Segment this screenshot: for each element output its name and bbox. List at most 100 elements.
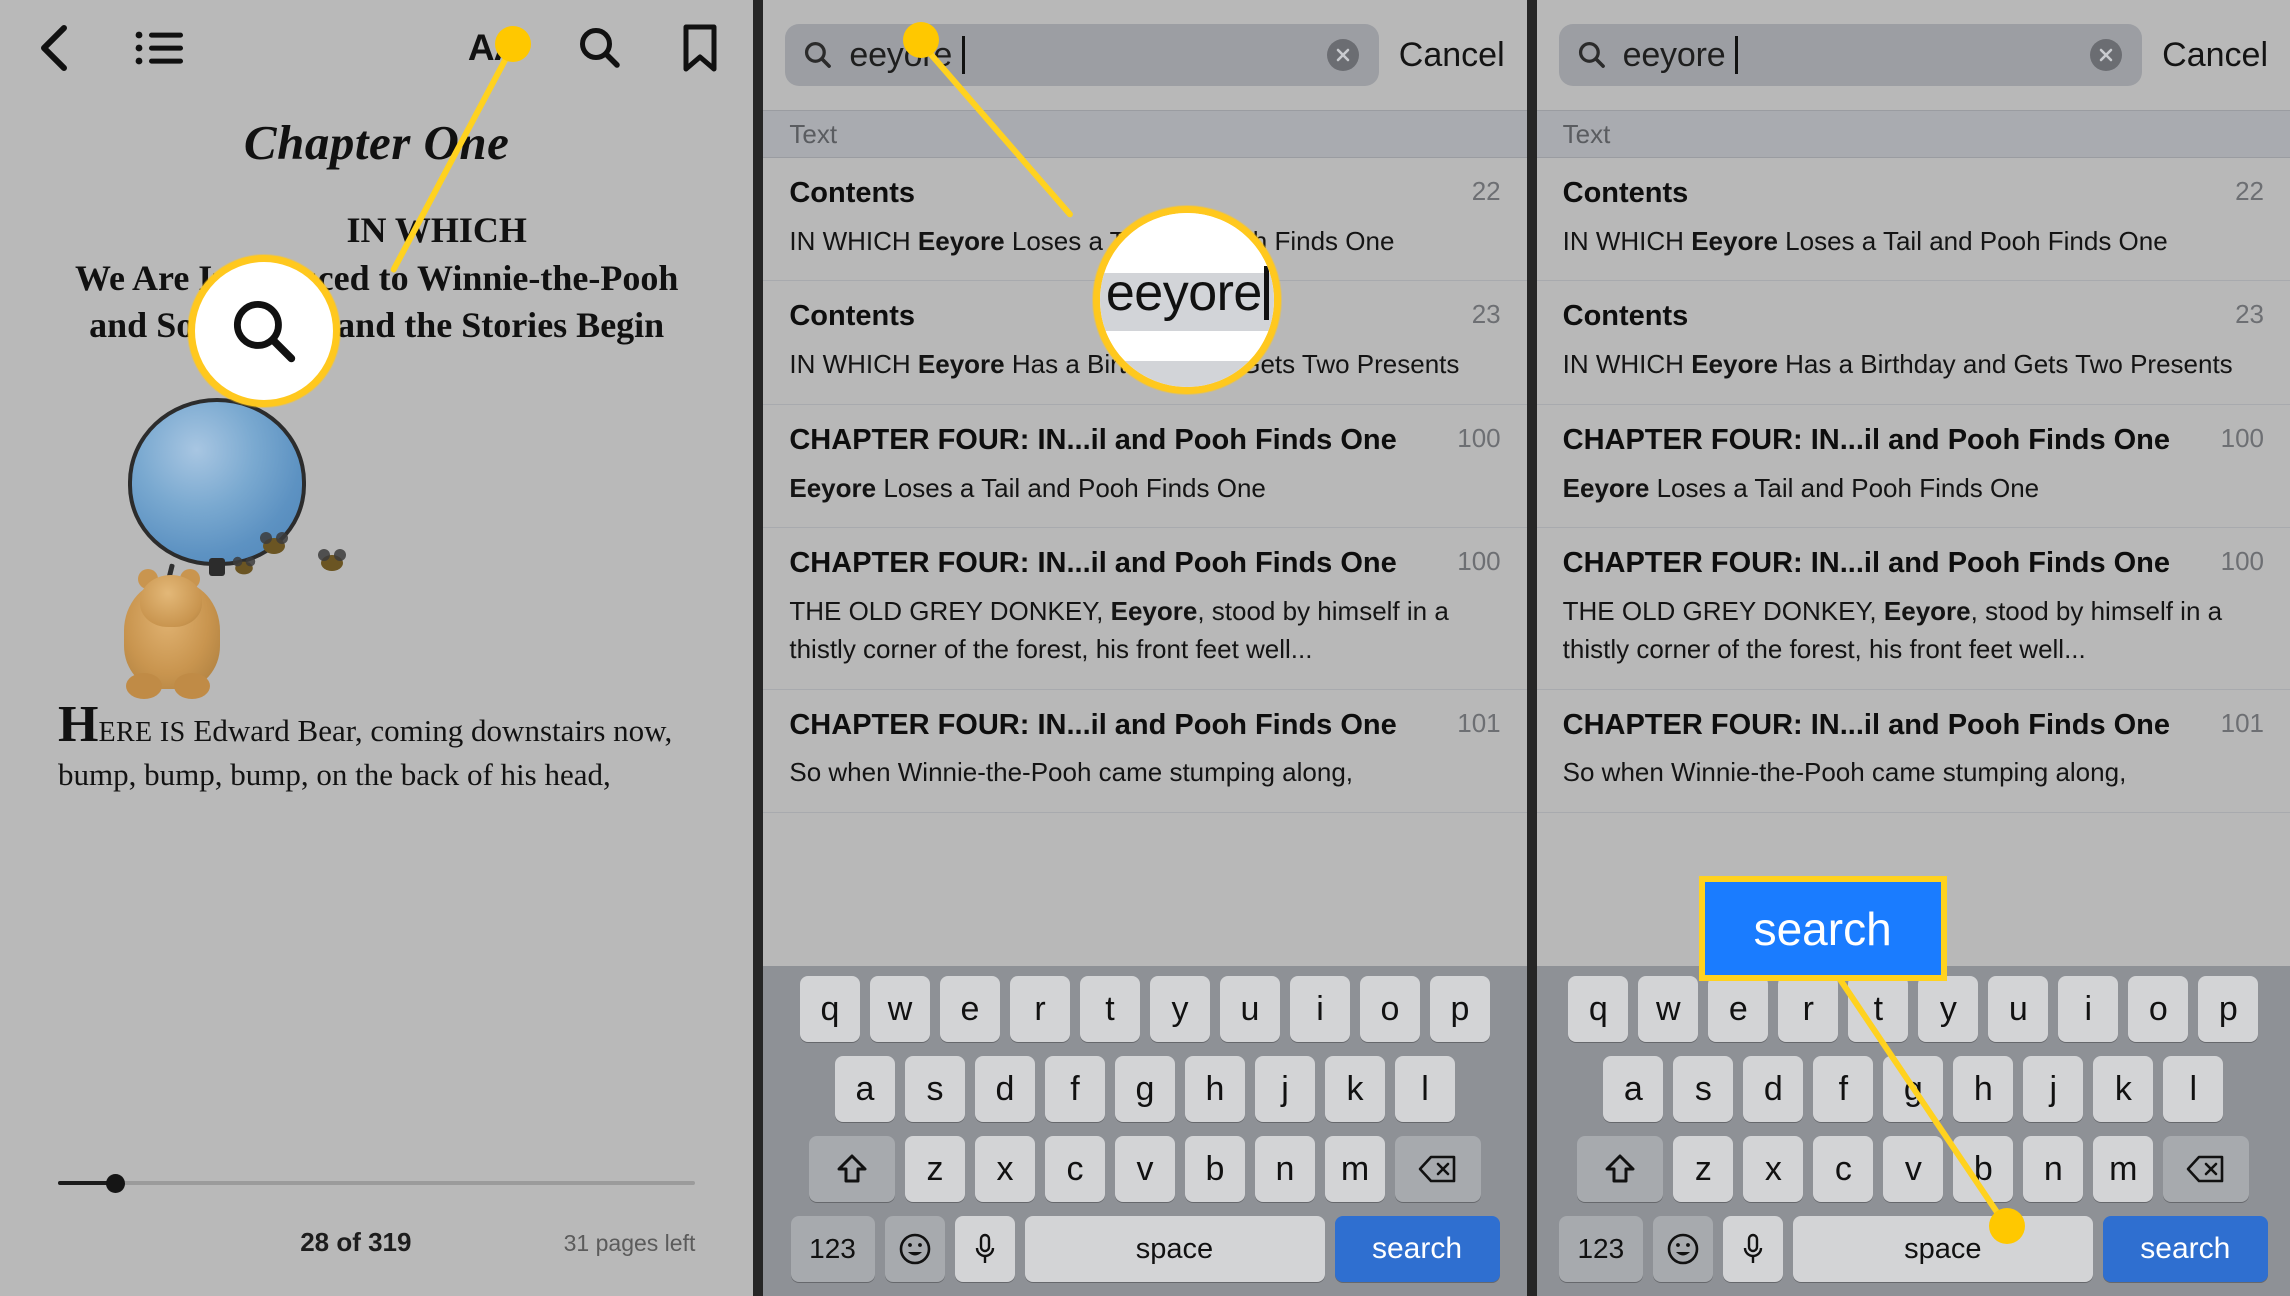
list-item[interactable]: Contents 23 IN WHICH Eeyore Has a Birthd…: [1536, 281, 2290, 405]
key-j[interactable]: j: [1255, 1056, 1315, 1122]
key-b[interactable]: b: [1185, 1136, 1245, 1202]
contents-button[interactable]: [134, 28, 186, 68]
result-snippet: IN WHICH Eeyore Loses a Tail and Pooh Fi…: [1563, 223, 2264, 261]
key-e[interactable]: e: [1708, 976, 1769, 1042]
key-w[interactable]: w: [870, 976, 930, 1042]
key-u[interactable]: u: [1988, 976, 2049, 1042]
callout-label: search: [1753, 902, 1892, 955]
key-h[interactable]: h: [1953, 1056, 2014, 1122]
backspace-key[interactable]: [2163, 1136, 2250, 1202]
search-button[interactable]: [577, 25, 623, 71]
key-z[interactable]: z: [1673, 1136, 1734, 1202]
key-k[interactable]: k: [1325, 1056, 1385, 1122]
key-x[interactable]: x: [975, 1136, 1035, 1202]
key-e[interactable]: e: [940, 976, 1000, 1042]
key-l[interactable]: l: [2163, 1056, 2224, 1122]
key-q[interactable]: q: [1568, 976, 1629, 1042]
result-title: CHAPTER FOUR: IN...il and Pooh Finds One: [1562, 423, 2171, 456]
key-v[interactable]: v: [1883, 1136, 1944, 1202]
key-r[interactable]: r: [1010, 976, 1070, 1042]
dictation-key[interactable]: [1722, 1216, 1783, 1282]
reader-toolbar: AA: [0, 0, 753, 96]
back-button[interactable]: [34, 22, 74, 74]
key-x[interactable]: x: [1743, 1136, 1804, 1202]
list-item[interactable]: CHAPTER FOUR: IN...il and Pooh Finds One…: [1536, 528, 2290, 690]
scrubber-fill: [58, 1181, 112, 1185]
list-item[interactable]: CHAPTER FOUR: IN...il and Pooh Finds One…: [1536, 405, 2290, 529]
key-i[interactable]: i: [2058, 976, 2119, 1042]
key-c[interactable]: c: [1045, 1136, 1105, 1202]
search-return-key[interactable]: search: [2102, 1216, 2268, 1282]
space-key[interactable]: space: [1024, 1216, 1325, 1282]
list-item[interactable]: CHAPTER FOUR: IN...il and Pooh Finds One…: [763, 690, 1527, 814]
key-n[interactable]: n: [1255, 1136, 1315, 1202]
microphone-icon: [975, 1233, 994, 1263]
numbers-key[interactable]: 123: [1558, 1216, 1643, 1282]
page-scrubber[interactable]: [58, 1174, 696, 1193]
search-input[interactable]: eeyore: [785, 24, 1379, 86]
results-section-header: Text: [763, 110, 1527, 158]
space-key[interactable]: space: [1792, 1216, 2093, 1282]
page-count-label: 28 of 319: [300, 1227, 412, 1257]
snippet-post: Loses a Tail and Pooh Finds One: [1649, 472, 2040, 503]
key-m[interactable]: m: [1325, 1136, 1385, 1202]
shift-key[interactable]: [1577, 1136, 1664, 1202]
cancel-button[interactable]: Cancel: [1399, 36, 1505, 75]
key-s[interactable]: s: [905, 1056, 965, 1122]
key-v[interactable]: v: [1115, 1136, 1175, 1202]
key-d[interactable]: d: [1743, 1056, 1804, 1122]
key-y[interactable]: y: [1918, 976, 1979, 1042]
panel-divider: [1526, 0, 1537, 1296]
clear-search-button[interactable]: [1326, 39, 1359, 71]
key-u[interactable]: u: [1220, 976, 1280, 1042]
key-a[interactable]: a: [1603, 1056, 1664, 1122]
result-page-number: 22: [2235, 176, 2264, 206]
key-p[interactable]: p: [1430, 976, 1490, 1042]
emoji-key[interactable]: [1652, 1216, 1713, 1282]
clear-search-button[interactable]: [2090, 39, 2123, 71]
dictation-key[interactable]: [954, 1216, 1015, 1282]
key-n[interactable]: n: [2023, 1136, 2084, 1202]
cancel-button[interactable]: Cancel: [2162, 36, 2268, 75]
key-y[interactable]: y: [1150, 976, 1210, 1042]
emoji-key[interactable]: [884, 1216, 945, 1282]
bee-icon: [260, 531, 288, 554]
key-p[interactable]: p: [2198, 976, 2259, 1042]
search-input[interactable]: eeyore: [1558, 24, 2143, 86]
key-k[interactable]: k: [2093, 1056, 2154, 1122]
result-snippet: So when Winnie-the-Pooh came stumping al…: [789, 757, 1354, 788]
result-snippet: Eeyore Loses a Tail and Pooh Finds One: [789, 470, 1500, 508]
key-i[interactable]: i: [1290, 976, 1350, 1042]
list-item[interactable]: Contents 22 IN WHICH Eeyore Loses a Tail…: [1536, 158, 2290, 282]
key-z[interactable]: z: [905, 1136, 965, 1202]
key-a[interactable]: a: [835, 1056, 895, 1122]
search-return-key[interactable]: search: [1334, 1216, 1500, 1282]
snippet-pre: IN WHICH: [1562, 225, 1692, 256]
key-g[interactable]: g: [1115, 1056, 1175, 1122]
numbers-key[interactable]: 123: [790, 1216, 875, 1282]
key-m[interactable]: m: [2093, 1136, 2154, 1202]
key-s[interactable]: s: [1673, 1056, 1734, 1122]
key-d[interactable]: d: [975, 1056, 1035, 1122]
list-item[interactable]: CHAPTER FOUR: IN...il and Pooh Finds One…: [1536, 690, 2290, 814]
shift-key[interactable]: [809, 1136, 895, 1202]
scrubber-knob[interactable]: [106, 1174, 125, 1193]
key-j[interactable]: j: [2023, 1056, 2084, 1122]
backspace-key[interactable]: [1395, 1136, 1481, 1202]
magnified-text-value: eeyore: [1105, 264, 1263, 322]
key-f[interactable]: f: [1045, 1056, 1105, 1122]
key-o[interactable]: o: [1360, 976, 1420, 1042]
bookmark-button[interactable]: [681, 23, 719, 73]
list-item[interactable]: CHAPTER FOUR: IN...il and Pooh Finds One…: [763, 405, 1527, 529]
list-item[interactable]: CHAPTER FOUR: IN...il and Pooh Finds One…: [763, 528, 1527, 690]
key-l[interactable]: l: [1395, 1056, 1455, 1122]
chapter-title: Chapter One: [243, 115, 510, 170]
key-c[interactable]: c: [1813, 1136, 1874, 1202]
key-r[interactable]: r: [1778, 976, 1839, 1042]
key-q[interactable]: q: [800, 976, 860, 1042]
key-t[interactable]: t: [1080, 976, 1140, 1042]
key-w[interactable]: w: [1638, 976, 1699, 1042]
key-f[interactable]: f: [1813, 1056, 1874, 1122]
key-h[interactable]: h: [1185, 1056, 1245, 1122]
key-o[interactable]: o: [2128, 976, 2189, 1042]
